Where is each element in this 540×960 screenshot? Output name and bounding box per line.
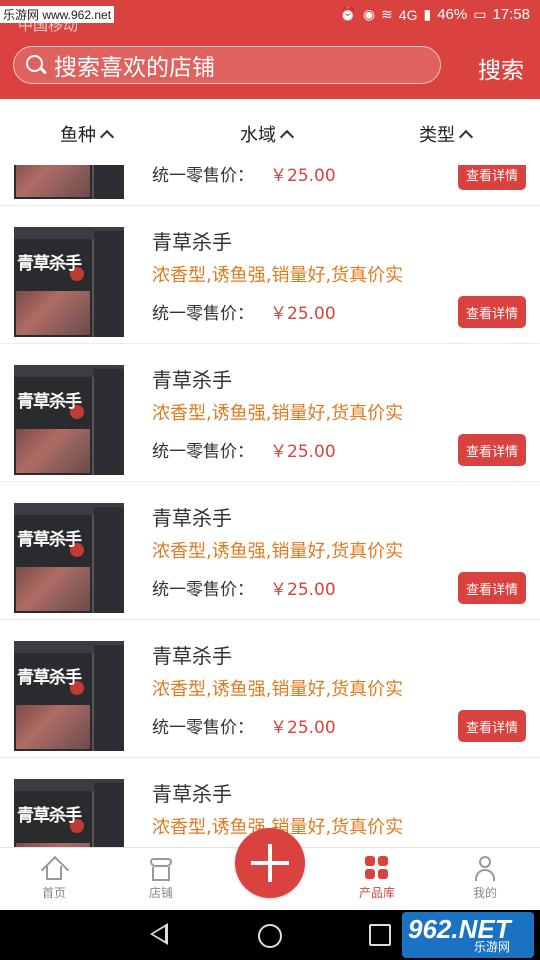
product-thumbnail[interactable]: 青草杀手 — [14, 165, 124, 199]
product-title[interactable]: 青草杀手 — [152, 364, 232, 393]
product-thumbnail[interactable]: 青草杀手 — [14, 365, 124, 475]
view-details-button[interactable]: 查看详情 — [458, 710, 526, 742]
product-title[interactable]: 青草杀手 — [152, 502, 232, 531]
battery-icon: ▭ — [473, 6, 487, 22]
product-title[interactable]: 青草杀手 — [152, 640, 232, 669]
product-list[interactable]: 青草杀手 青草杀手 浓香型,诱鱼强,销量好,货真价实 统一零售价： ￥25.00… — [0, 165, 540, 847]
price-label: 统一零售价： — [152, 580, 254, 600]
filter-label: 类型 — [419, 125, 455, 146]
add-button[interactable] — [235, 828, 305, 898]
list-item[interactable]: 青草杀手 青草杀手 浓香型,诱鱼强,销量好,货真价实 统一零售价： ￥25.00… — [0, 206, 540, 344]
product-thumbnail[interactable]: 青草杀手 — [14, 641, 124, 751]
product-price: ￥25.00 — [270, 718, 336, 738]
back-icon[interactable] — [150, 923, 168, 945]
search-placeholder: 搜索喜欢的店铺 — [54, 55, 215, 81]
watermark-text: 乐游网 www.962.net — [0, 6, 115, 23]
price-label: 统一零售价： — [152, 442, 254, 462]
grid-icon — [363, 854, 391, 882]
chevron-up-icon — [458, 129, 474, 144]
thumbnail-text: 青草杀手 — [17, 392, 82, 412]
shop-icon — [147, 854, 175, 882]
alarm-icon: ⏰ — [339, 6, 357, 22]
person-icon — [471, 854, 499, 882]
search-button[interactable]: 搜索 — [478, 51, 524, 85]
tab-mine[interactable]: 我的 — [450, 854, 520, 901]
tab-label: 首页 — [41, 886, 66, 900]
tab-label: 产品库 — [358, 886, 395, 900]
recent-apps-icon[interactable] — [369, 924, 391, 946]
price-label: 统一零售价： — [152, 304, 254, 324]
status-icons: ⏰ ◉ ≋ 4G ▮ 46% ▭ 17:58 — [339, 6, 530, 23]
product-title[interactable]: 青草杀手 — [152, 778, 232, 807]
thumbnail-text: 青草杀手 — [17, 254, 82, 274]
product-thumbnail[interactable]: 青草杀手 — [14, 503, 124, 613]
search-icon — [26, 55, 47, 75]
product-price: ￥25.00 — [270, 166, 336, 186]
tab-label: 我的 — [472, 886, 497, 900]
chevron-up-icon — [279, 129, 295, 144]
view-details-button[interactable]: 查看详情 — [458, 296, 526, 328]
product-price: ￥25.00 — [270, 442, 336, 462]
signal-icon: ▮ — [423, 6, 432, 22]
search-header: 搜索喜欢的店铺 搜索 — [0, 34, 540, 99]
product-description: 浓香型,诱鱼强,销量好,货真价实 — [152, 679, 404, 700]
thumbnail-text: 青草杀手 — [17, 530, 82, 550]
product-thumbnail[interactable]: 青草杀手 — [14, 779, 124, 847]
product-title[interactable]: 青草杀手 — [152, 226, 232, 255]
list-item[interactable]: 青草杀手 青草杀手 浓香型,诱鱼强,销量好,货真价实 统一零售价： ￥25.00… — [0, 165, 540, 206]
product-thumbnail[interactable]: 青草杀手 — [14, 227, 124, 337]
product-description: 浓香型,诱鱼强,销量好,货真价实 — [152, 265, 404, 286]
list-item[interactable]: 青草杀手 青草杀手 浓香型,诱鱼强,销量好,货真价实 统一零售价： ￥25.00… — [0, 482, 540, 620]
site-logo: 962.NET 乐游网 — [402, 912, 534, 958]
thumbnail-text: 青草杀手 — [17, 668, 82, 688]
battery-percent: 46% — [437, 6, 468, 23]
home-circle-icon[interactable] — [258, 924, 282, 948]
status-bar: 中国移动 乐游网 www.962.net ⏰ ◉ ≋ 4G ▮ 46% ▭ 17… — [0, 0, 540, 34]
eye-icon: ◉ — [362, 6, 376, 22]
tab-product-library[interactable]: 产品库 — [342, 854, 412, 901]
price-label: 统一零售价： — [152, 166, 254, 186]
list-item[interactable]: 青草杀手 青草杀手 浓香型,诱鱼强,销量好,货真价实 统一零售价： ￥25.00… — [0, 344, 540, 482]
thumbnail-text: 青草杀手 — [17, 806, 82, 826]
list-item[interactable]: 青草杀手 青草杀手 浓香型,诱鱼强,销量好,货真价实 统一零售价： ￥25.00… — [0, 620, 540, 758]
logo-subtext: 乐游网 — [474, 940, 511, 954]
tab-shop[interactable]: 店铺 — [126, 854, 196, 901]
view-details-button[interactable]: 查看详情 — [458, 165, 526, 190]
filter-fish-species[interactable]: 鱼种 — [60, 121, 115, 147]
network-type: 4G — [398, 6, 418, 23]
filter-bar: 鱼种 水域 类型 — [0, 99, 540, 165]
price-label: 统一零售价： — [152, 718, 254, 738]
product-description: 浓香型,诱鱼强,销量好,货真价实 — [152, 541, 404, 562]
tab-label: 店铺 — [148, 886, 173, 900]
filter-label: 水域 — [240, 125, 276, 146]
view-details-button[interactable]: 查看详情 — [458, 572, 526, 604]
product-price: ￥25.00 — [270, 304, 336, 324]
filter-type[interactable]: 类型 — [419, 121, 474, 147]
filter-water-area[interactable]: 水域 — [240, 121, 295, 147]
clock-time: 17:58 — [492, 6, 530, 23]
wifi-icon: ≋ — [381, 6, 393, 22]
chevron-up-icon — [99, 129, 115, 144]
filter-label: 鱼种 — [60, 125, 96, 146]
view-details-button[interactable]: 查看详情 — [458, 434, 526, 466]
search-input[interactable]: 搜索喜欢的店铺 — [13, 46, 441, 84]
home-icon — [40, 854, 70, 885]
product-description: 浓香型,诱鱼强,销量好,货真价实 — [152, 403, 404, 424]
tab-home[interactable]: 首页 — [19, 854, 89, 901]
product-price: ￥25.00 — [270, 580, 336, 600]
